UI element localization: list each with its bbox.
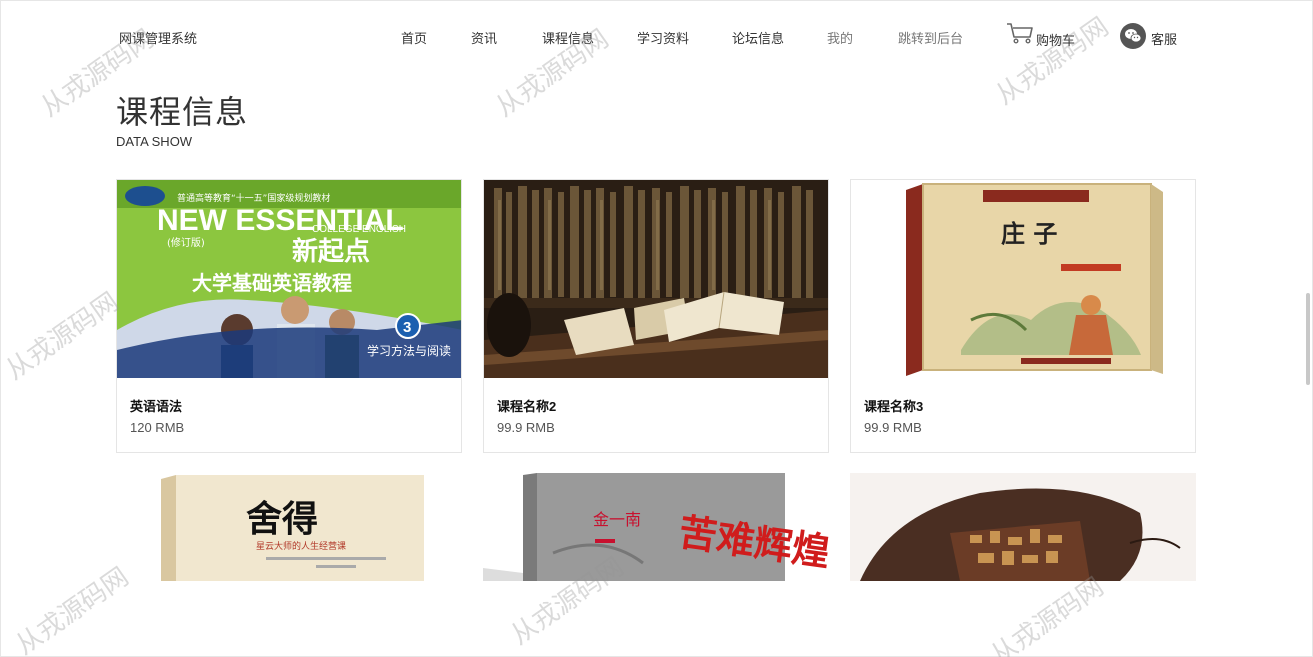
nav-courses[interactable]: 课程信息 xyxy=(542,28,594,47)
course-cover-image xyxy=(850,473,1196,581)
course-cover-image: 庄 子 xyxy=(851,180,1195,378)
course-cover-image: 普通高等教育“十一五”国家级规划教材 NEW ESSENTIAL COLLEGE… xyxy=(117,180,461,378)
cart-label: 购物车 xyxy=(1036,33,1076,48)
vertical-scrollbar[interactable] xyxy=(1306,293,1310,385)
cover-title-en2: COLLEGE ENGLISH xyxy=(312,224,406,235)
cover-title-cn: 新起点 xyxy=(292,236,370,267)
nav-news[interactable]: 资讯 xyxy=(471,28,497,47)
course-price: 120 RMB xyxy=(130,420,185,435)
section-subtitle: DATA SHOW xyxy=(116,134,193,149)
cover-title-cn: 庄 子 xyxy=(1001,219,1057,248)
course-price: 99.9 RMB xyxy=(497,420,555,435)
watermark: 从戎源码网 xyxy=(0,286,125,387)
main-nav: 首页 资讯 课程信息 学习资料 论坛信息 我的 跳转到后台 xyxy=(1,28,1312,48)
course-cover-image: 金一南 苦难辉煌 xyxy=(483,473,829,581)
cover-title-cn: 舍得 xyxy=(246,498,318,540)
cover-top-text: 普通高等教育“十一五”国家级规划教材 xyxy=(177,192,330,204)
cart-icon xyxy=(1006,21,1034,50)
course-card[interactable]: 金一南 苦难辉煌 xyxy=(483,473,829,581)
cover-subtitle-cn: 星云大师的人生经营课 xyxy=(256,540,346,552)
course-cover-image xyxy=(484,180,828,378)
course-card[interactable]: 课程名称2 99.9 RMB xyxy=(483,179,829,453)
course-price: 99.9 RMB xyxy=(864,420,922,435)
top-navbar: 网课管理系统 首页 资讯 课程信息 学习资料 论坛信息 我的 跳转到后台 购物车 xyxy=(1,1,1312,71)
course-cover-image: 舍得 星云大师的人生经营课 xyxy=(116,473,462,581)
course-name[interactable]: 英语语法 xyxy=(130,396,448,415)
cover-volume: 3 xyxy=(403,319,411,336)
nav-materials[interactable]: 学习资料 xyxy=(637,28,689,47)
nav-mine[interactable]: 我的 xyxy=(827,28,853,47)
course-card[interactable]: 庄 子 课程名称3 99.9 RMB xyxy=(850,179,1196,453)
nav-forum[interactable]: 论坛信息 xyxy=(732,28,784,47)
page: 网课管理系统 首页 资讯 课程信息 学习资料 论坛信息 我的 跳转到后台 购物车 xyxy=(0,0,1313,657)
nav-admin[interactable]: 跳转到后台 xyxy=(898,28,963,47)
customer-service-label: 客服 xyxy=(1151,32,1178,47)
course-name[interactable]: 课程名称2 xyxy=(497,396,815,415)
course-card[interactable] xyxy=(850,473,1196,581)
course-info: 课程名称2 99.9 RMB xyxy=(484,378,828,452)
course-info: 课程名称3 99.9 RMB xyxy=(851,378,1195,452)
cover-subtitle-cn: 大学基础英语教程 xyxy=(192,271,352,295)
nav-home[interactable]: 首页 xyxy=(401,28,427,47)
cover-volume-label: 学习方法与阅读 xyxy=(367,343,451,358)
course-info: 英语语法 120 RMB xyxy=(117,378,461,452)
customer-service-link[interactable]: 客服 xyxy=(1120,23,1177,49)
wechat-icon xyxy=(1120,23,1146,49)
course-name[interactable]: 课程名称3 xyxy=(864,396,1182,415)
section-title: 课程信息 xyxy=(116,94,249,130)
course-card[interactable]: 舍得 星云大师的人生经营课 xyxy=(116,473,462,581)
cover-edition: (修订版) xyxy=(167,236,205,249)
cart-link[interactable]: 购物车 xyxy=(1006,21,1076,50)
cover-author: 金一南 xyxy=(593,510,641,529)
course-card[interactable]: 普通高等教育“十一五”国家级规划教材 NEW ESSENTIAL COLLEGE… xyxy=(116,179,462,453)
